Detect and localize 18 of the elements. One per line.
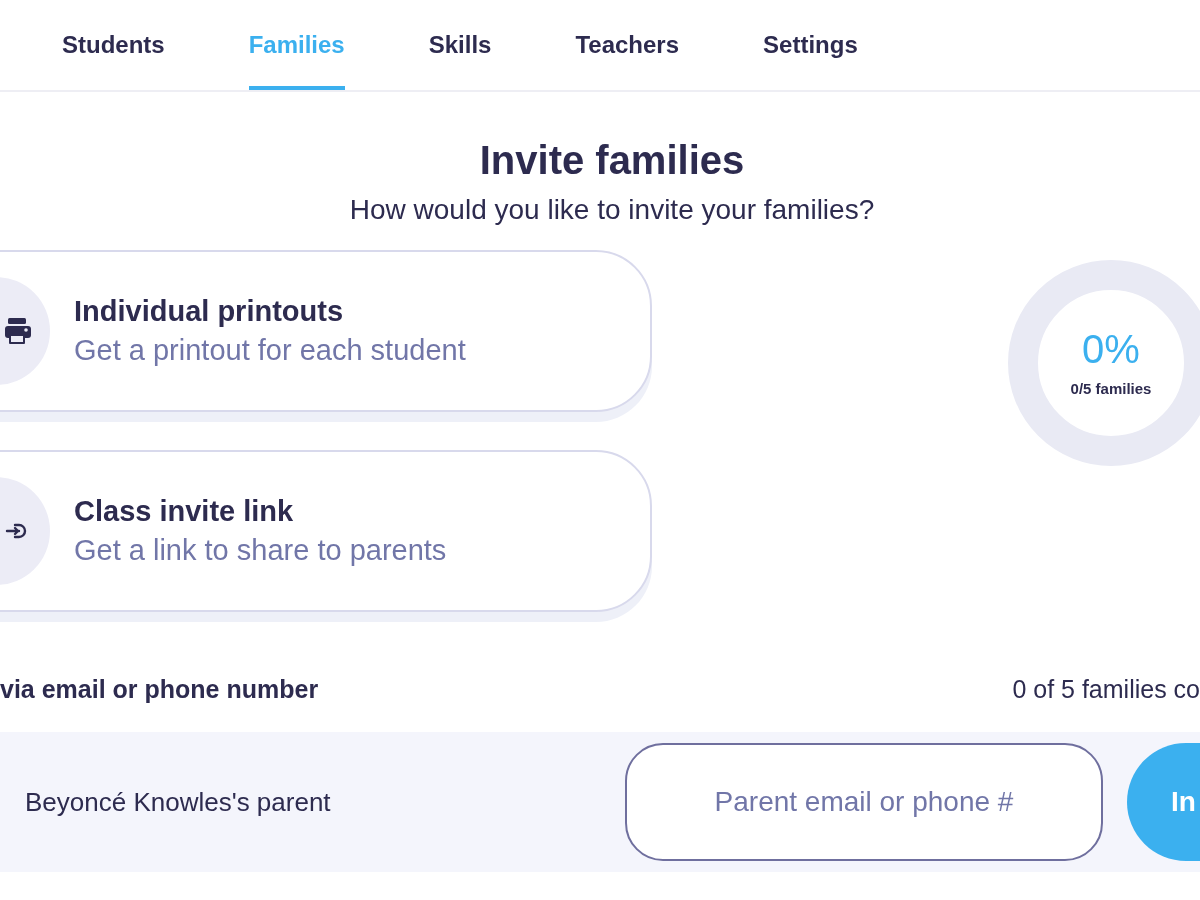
link-arrow-icon	[5, 522, 27, 540]
nav-tab[interactable]: Students	[62, 0, 165, 90]
parent-name: Beyoncé Knowles's parent	[25, 785, 332, 819]
section-label: via email or phone number	[0, 674, 319, 706]
option-title: Class invite link	[74, 494, 295, 529]
page-subtitle: How would you like to invite your families?	[349, 193, 875, 227]
page-title: Invite families	[479, 137, 745, 184]
option-description: Get a printout for each student	[74, 333, 466, 368]
option-description: Get a link to share to parents	[74, 533, 447, 568]
contact-input-field[interactable]: Parent email or phone #	[625, 743, 1103, 861]
nav-tab[interactable]: Skills	[428, 0, 492, 90]
progress-percent: 0%	[1082, 325, 1140, 372]
nav-tab[interactable]: Teachers	[575, 0, 680, 90]
progress-caption: 0/5 families	[1070, 378, 1152, 399]
families-count: 0 of 5 families co	[1012, 674, 1200, 706]
nav-tab[interactable]: Settings	[763, 0, 858, 90]
option-title: Individual printouts	[74, 294, 345, 329]
printer-icon	[5, 316, 31, 346]
